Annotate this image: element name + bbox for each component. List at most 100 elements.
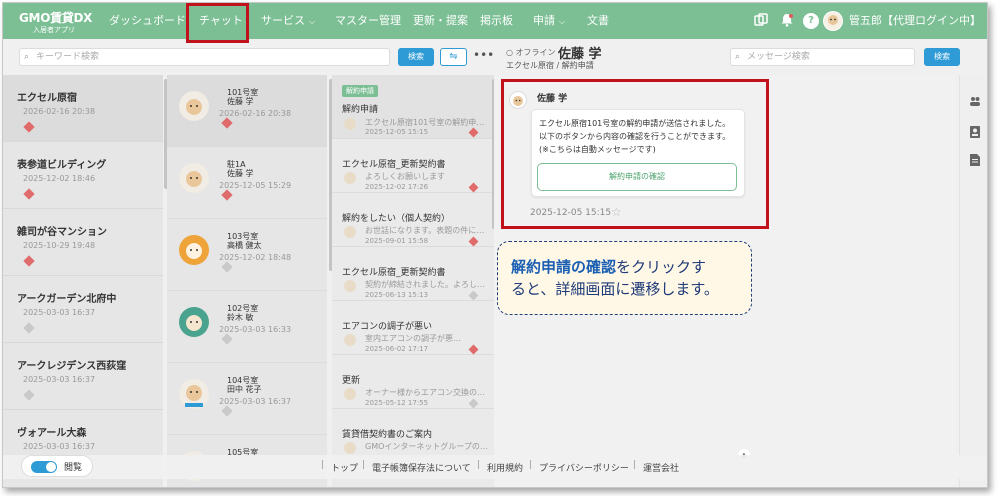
help-icon[interactable]: ? [803,13,819,29]
list-item[interactable]: 雑司が谷マンション 2025-10-29 19:48 [3,209,163,276]
building-date: 2025-03-03 16:37 [23,375,96,384]
chevron-down-icon: ⌵ [309,17,316,26]
contact-card-icon[interactable] [969,125,981,139]
list-item[interactable]: 解約をしたい（個人契約） お世話になります。表題の件に… 2025-09-01 … [332,193,494,247]
nav-master[interactable]: マスター管理 [335,3,401,39]
bell-icon[interactable] [779,13,795,29]
unread-badge [221,117,233,129]
footer-separator: | [529,460,533,470]
list-item[interactable]: アークレジデンス西荻窪 2025-03-03 16:37 [3,343,163,410]
right-toolbar [959,75,987,487]
list-item[interactable]: エクセル原宿_更新契約書 よろしくお願いします 2025-12-02 17:26 [332,139,494,193]
thread-date: 2025-12-02 17:26 [365,183,429,191]
message-search-button[interactable]: 検索 [924,48,960,66]
building-name: アークレジデンス西荻窪 [17,361,127,372]
nav-renewal[interactable]: 更新・提案 [413,3,468,39]
user-menu[interactable]: 管五郎【代理ログイン中】 ⌵ [849,3,988,39]
callout-text: をクリックす [616,258,707,276]
read-badge [221,405,233,417]
thread-preview: GMOインターネットグループの… [365,442,488,451]
document-icon[interactable] [969,153,981,167]
search-button[interactable]: 検索 [398,48,434,66]
nav-dashboard[interactable]: ダッシュボード [109,3,186,39]
thread-date: 2025-06-13 15:13 [365,291,429,299]
copy-icon[interactable] [753,13,769,29]
list-item[interactable]: 104号室 田中 花子 2025-03-03 16:37 [167,363,327,435]
nav-applications[interactable]: 申請 ⌵ [533,3,565,39]
footer-link-ebook-law[interactable]: 電子帳簿保存法について [372,461,471,474]
callout-text: ると、詳細画面に遷移します。 [511,280,719,298]
user-name-label: 管五郎【代理ログイン中】 [849,14,981,27]
footer-link-company[interactable]: 運営会社 [643,461,679,474]
list-item[interactable]: エクセル原宿_更新契約書 契約が締結されました。よろし… 2025-06-13 … [332,247,494,301]
building-name: 雑司が谷マンション [17,227,107,238]
toggle-knob [46,462,56,472]
list-item[interactable]: 解約申請 解約申請 エクセル原宿101号室の解約申… 2025-12-05 15… [332,75,494,139]
avatar [344,118,356,130]
thread-date: 2025-06-02 17:17 [365,345,429,353]
avatar[interactable] [823,11,843,31]
unread-badge [468,182,479,193]
online-status: ○ オフライン [506,48,556,57]
list-item[interactable]: 103号室 高橋 健太 2025-12-02 18:48 [167,219,327,291]
unit-date: 2025-03-03 16:33 [219,325,292,334]
toggle-label: 閲覧 [64,463,83,473]
members-icon[interactable] [969,95,981,109]
keyword-search-input[interactable]: ⌕ キーワード検索 [19,48,390,66]
list-item[interactable]: 更新 オーナー様からエアコン交換の… 2025-05-12 17:55 [332,355,494,409]
footer-link-privacy[interactable]: プライバシーポリシー [539,461,629,474]
filter-icon: ⇋ [449,51,458,62]
thread-date: 2025-09-01 15:58 [365,237,429,245]
unread-badge [23,255,35,267]
unread-badge [468,344,479,355]
view-toggle[interactable]: 閲覧 [21,455,93,477]
list-item[interactable]: 表参道ビルディング 2025-12-02 18:46 [3,142,163,209]
building-date: 2025-10-29 19:48 [23,241,96,250]
top-navigation-bar: GMO賃貸DX 入居者アプリ ダッシュボード チャット サービス ⌵ マスター管理… [3,3,988,43]
footer-separator: | [633,460,637,470]
avatar [344,442,356,454]
callout-emphasis: 解約申請の確認 [511,258,617,276]
thread-preview: お世話になります。表題の件に… [365,226,485,235]
footer-link-top[interactable]: トップ [331,461,358,474]
thread-title: エアコンの調子が悪い [342,322,433,332]
thread-date: 2025-05-12 17:55 [365,399,429,407]
building-name: エクセル原宿 [17,93,77,104]
message-search-input[interactable]: ⌕ メッセージ検索 [730,48,915,66]
unit-resident: 田中 花子 [227,385,262,394]
avatar [344,388,356,400]
nav-board[interactable]: 掲示板 [480,3,513,39]
nav-services[interactable]: サービス ⌵ [261,3,315,39]
unread-badge [468,236,479,247]
category-tag: 解約申請 [342,85,378,97]
footer-separator: | [362,460,366,470]
footer-link-terms[interactable]: 利用規約 [487,461,523,474]
list-item[interactable]: 101号室 佐藤 学 2026-02-16 20:38 [167,75,327,147]
avatar [179,307,209,337]
nav-chat[interactable]: チャット [199,3,243,39]
list-item[interactable]: 駐1A 佐藤 学 2025-12-05 15:29 [167,147,327,219]
building-list: エクセル原宿 2026-02-16 20:38 表参道ビルディング 2025-12-… [3,75,163,487]
unread-badge [23,188,35,200]
filter-button[interactable]: ⇋ [440,48,467,66]
nav-documents[interactable]: 文書 [587,3,609,39]
nav-applications-label: 申請 [533,14,555,27]
read-badge [221,333,233,345]
list-item[interactable]: アークガーデン北府中 2025-03-03 16:37 [3,276,163,343]
app-window: GMO賃貸DX 入居者アプリ ダッシュボード チャット サービス ⌵ マスター管理… [2,2,988,488]
app-logo[interactable]: GMO賃貸DX 入居者アプリ [19,9,92,35]
nav-dashboard-label: ダッシュボード [109,14,186,27]
more-options-icon[interactable]: ••• [473,48,494,62]
list-item[interactable]: 102号室 鈴木 敏 2025-03-03 16:33 [167,291,327,363]
avatar [344,226,356,238]
thread-preview: エクセル原宿101号室の解約申… [365,118,485,127]
chevron-down-icon: ⌵ [987,17,988,26]
unread-badge [468,127,479,138]
avatar [344,334,356,346]
thread-preview: オーナー様からエアコン交換の… [365,388,485,397]
thread-preview: よろしくお願いします [365,172,445,181]
list-item[interactable]: エクセル原宿 2026-02-16 20:38 [3,75,163,142]
nav-master-label: マスター管理 [335,14,401,27]
list-item[interactable]: エアコンの調子が悪い 室内エアコンの調子が悪… 2025-06-02 17:17 [332,301,494,355]
avatar [179,91,209,121]
